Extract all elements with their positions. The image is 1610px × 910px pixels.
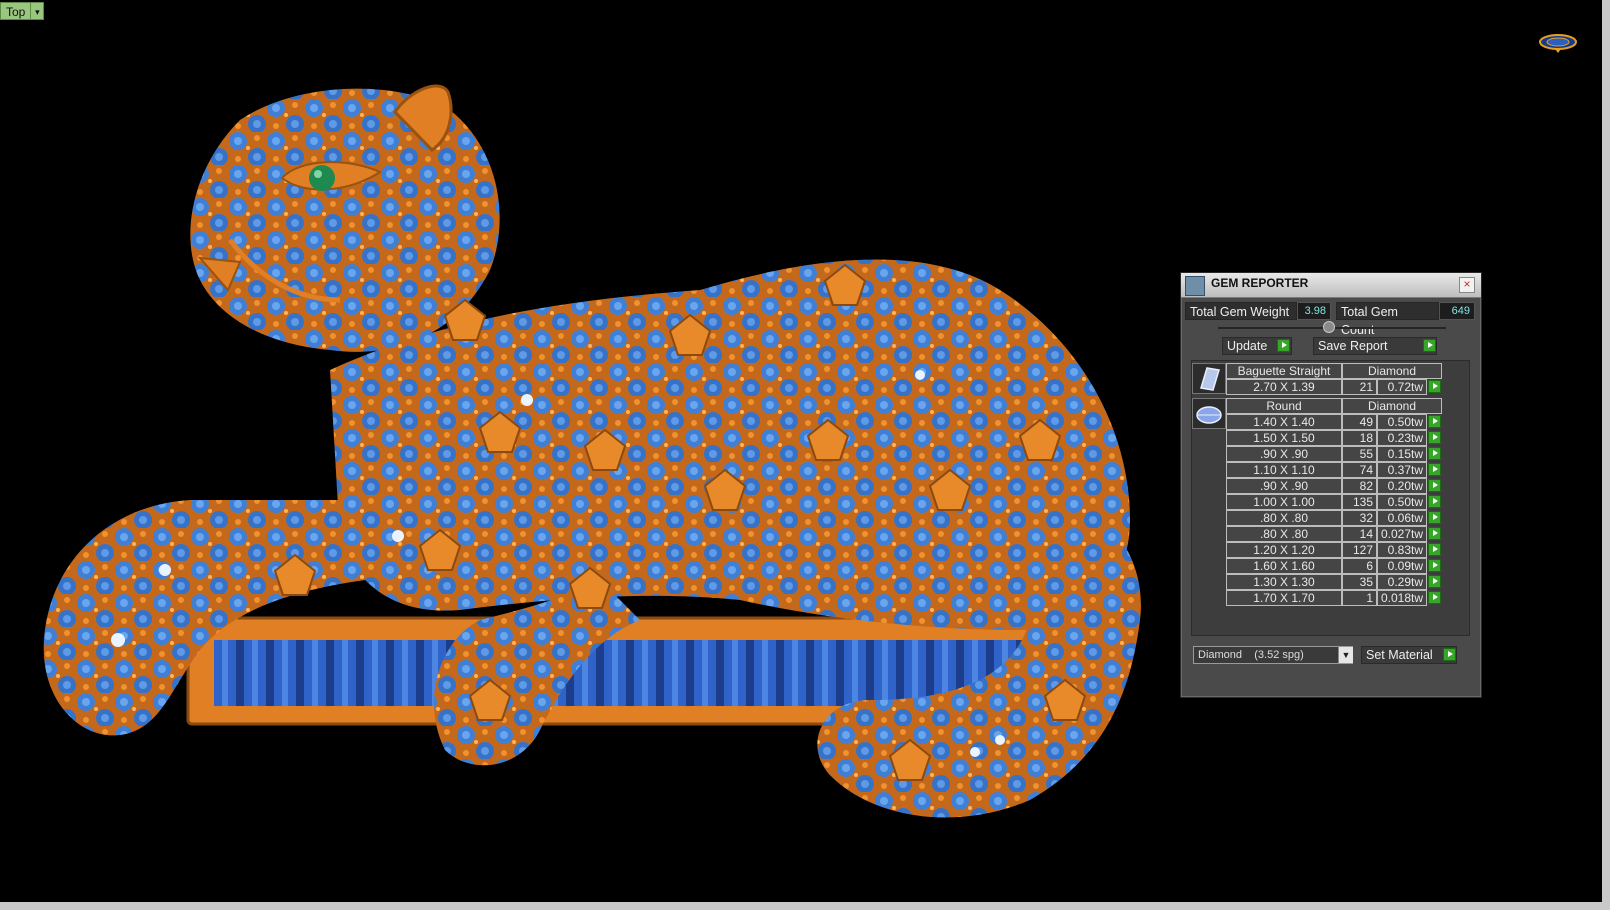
row-select-icon[interactable] bbox=[1428, 415, 1441, 428]
round-gem-icon bbox=[1192, 398, 1226, 429]
table-row-weight: 0.018tw bbox=[1377, 590, 1427, 606]
table-row-weight: 0.027tw bbox=[1377, 526, 1427, 542]
row-select-icon[interactable] bbox=[1428, 511, 1441, 524]
table-row-count: 32 bbox=[1342, 510, 1377, 526]
save-report-button-label: Save Report bbox=[1318, 339, 1388, 353]
set-material-button-label: Set Material bbox=[1366, 648, 1433, 662]
table-row-size: 1.00 X 1.00 bbox=[1226, 494, 1342, 510]
table-row-count: 55 bbox=[1342, 446, 1377, 462]
table-row-count: 49 bbox=[1342, 414, 1377, 430]
set-material-go-icon[interactable] bbox=[1443, 648, 1456, 661]
save-report-button[interactable]: Save Report bbox=[1313, 337, 1437, 355]
table-row-size: 1.60 X 1.60 bbox=[1226, 558, 1342, 574]
table-row-size: 1.30 X 1.30 bbox=[1226, 574, 1342, 590]
table-row-weight: 0.15tw bbox=[1377, 446, 1427, 462]
view-navigation-icon[interactable] bbox=[1538, 30, 1578, 54]
table-row-size: .90 X .90 bbox=[1226, 446, 1342, 462]
window-border-right bbox=[1602, 0, 1610, 910]
close-icon[interactable]: × bbox=[1459, 277, 1475, 293]
table-row-weight: 0.06tw bbox=[1377, 510, 1427, 526]
table-row-size: 1.50 X 1.50 bbox=[1226, 430, 1342, 446]
gem-list[interactable]: Baguette Straight Diamond 2.70 X 1.39 21… bbox=[1191, 360, 1470, 636]
material-dropdown[interactable]: Diamond (3.52 spg) bbox=[1193, 646, 1353, 664]
total-gem-weight-value: 3.98 bbox=[1297, 302, 1331, 320]
table-row-size: 2.70 X 1.39 bbox=[1226, 379, 1342, 395]
table-row-count: 14 bbox=[1342, 526, 1377, 542]
table-row-weight: 0.37tw bbox=[1377, 462, 1427, 478]
group-material-header: Diamond bbox=[1342, 363, 1442, 379]
view-selector[interactable]: Top ▾ bbox=[0, 2, 45, 20]
table-row-size: 1.10 X 1.10 bbox=[1226, 462, 1342, 478]
table-row-count: 21 bbox=[1342, 379, 1377, 395]
table-row-size: 1.20 X 1.20 bbox=[1226, 542, 1342, 558]
table-row-weight: 0.72tw bbox=[1377, 379, 1427, 395]
row-select-icon[interactable] bbox=[1428, 559, 1441, 572]
table-row-count: 127 bbox=[1342, 542, 1377, 558]
row-select-icon[interactable] bbox=[1428, 431, 1441, 444]
window-border-bottom bbox=[0, 902, 1610, 910]
table-row-size: 1.70 X 1.70 bbox=[1226, 590, 1342, 606]
gem-reporter-panel: GEM REPORTER × Total Gem Weight 3.98 Tot… bbox=[1180, 272, 1482, 698]
row-select-icon[interactable] bbox=[1428, 591, 1441, 604]
group-material-header: Diamond bbox=[1342, 398, 1442, 414]
gem-reporter-icon bbox=[1185, 276, 1205, 296]
panel-title: GEM REPORTER bbox=[1211, 276, 1309, 290]
total-gem-count-label: Total Gem Count bbox=[1336, 302, 1439, 337]
table-row-weight: 0.20tw bbox=[1377, 478, 1427, 494]
row-select-icon[interactable] bbox=[1428, 575, 1441, 588]
save-report-go-icon[interactable] bbox=[1423, 339, 1436, 352]
update-button-label: Update bbox=[1227, 339, 1268, 353]
table-row-count: 135 bbox=[1342, 494, 1377, 510]
table-row-weight: 0.23tw bbox=[1377, 430, 1427, 446]
baguette-gem-icon bbox=[1192, 363, 1226, 394]
view-label[interactable]: Top bbox=[0, 2, 32, 20]
row-select-icon[interactable] bbox=[1428, 463, 1441, 476]
table-row-count: 82 bbox=[1342, 478, 1377, 494]
material-dropdown-value: Diamond (3.52 spg) bbox=[1198, 649, 1304, 661]
table-row-size: .90 X .90 bbox=[1226, 478, 1342, 494]
total-gem-weight-label: Total Gem Weight bbox=[1185, 302, 1297, 320]
update-go-icon[interactable] bbox=[1277, 339, 1290, 352]
row-select-icon[interactable] bbox=[1428, 447, 1441, 460]
panel-titlebar[interactable]: GEM REPORTER × bbox=[1181, 273, 1481, 298]
row-select-icon[interactable] bbox=[1428, 479, 1441, 492]
table-row-weight: 0.50tw bbox=[1377, 494, 1427, 510]
table-row-count: 6 bbox=[1342, 558, 1377, 574]
row-select-icon[interactable] bbox=[1428, 495, 1441, 508]
row-select-icon[interactable] bbox=[1428, 380, 1441, 393]
table-row-weight: 0.83tw bbox=[1377, 542, 1427, 558]
row-select-icon[interactable] bbox=[1428, 543, 1441, 556]
row-select-icon[interactable] bbox=[1428, 527, 1441, 540]
panel-slider-handle[interactable] bbox=[1323, 321, 1335, 333]
table-row-weight: 0.50tw bbox=[1377, 414, 1427, 430]
table-row-count: 74 bbox=[1342, 462, 1377, 478]
table-row-size: .80 X .80 bbox=[1226, 526, 1342, 542]
table-row-count: 18 bbox=[1342, 430, 1377, 446]
total-gem-count-value: 649 bbox=[1439, 302, 1475, 320]
chevron-down-icon[interactable]: ▼ bbox=[1338, 647, 1353, 663]
table-row-count: 35 bbox=[1342, 574, 1377, 590]
table-row-size: 1.40 X 1.40 bbox=[1226, 414, 1342, 430]
group-shape-header: Baguette Straight bbox=[1226, 363, 1342, 379]
group-shape-header: Round bbox=[1226, 398, 1342, 414]
table-row-size: .80 X .80 bbox=[1226, 510, 1342, 526]
table-row-weight: 0.29tw bbox=[1377, 574, 1427, 590]
table-row-weight: 0.09tw bbox=[1377, 558, 1427, 574]
view-dropdown-icon[interactable]: ▾ bbox=[31, 2, 45, 20]
table-row-count: 1 bbox=[1342, 590, 1377, 606]
